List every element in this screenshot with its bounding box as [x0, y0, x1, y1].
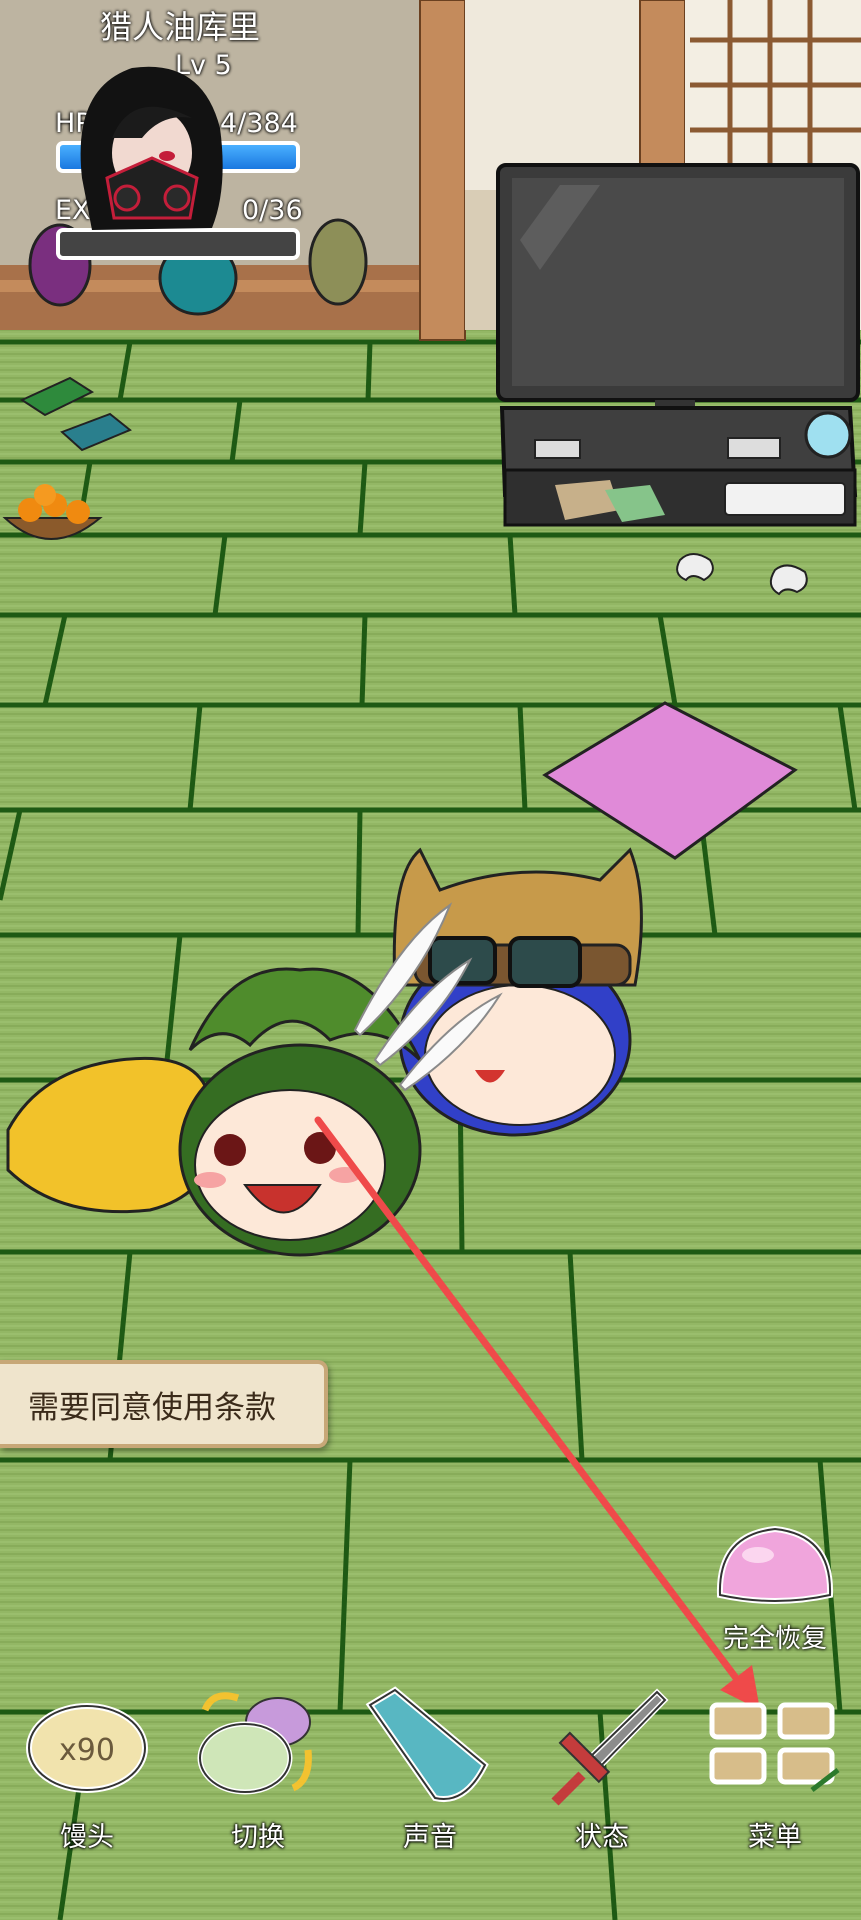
switch-label: 切换	[231, 1822, 285, 1853]
hp-value: 4/384	[220, 108, 298, 139]
status-button[interactable]: 状态	[527, 1680, 677, 1853]
bun-button[interactable]: x90 馒头	[12, 1680, 162, 1853]
bun-label: 馒头	[60, 1822, 114, 1853]
player-name: 猎人油库里	[99, 8, 260, 46]
bun-icon: x90	[26, 1703, 148, 1793]
switch-button[interactable]: 切换	[183, 1680, 333, 1853]
switch-icon	[197, 1692, 312, 1795]
sound-label: 声音	[403, 1822, 457, 1853]
menu-grid-icon	[709, 1702, 840, 1792]
terms-agreement-notice[interactable]: 需要同意使用条款	[0, 1360, 328, 1448]
exp-value: 0/36	[242, 195, 303, 226]
player-avatar	[80, 66, 223, 230]
exp-bar	[56, 228, 300, 260]
terms-agreement-label: 需要同意使用条款	[28, 1389, 276, 1426]
pink-slime-icon	[716, 1525, 834, 1604]
player-status-panel: 猎人油库里 Lv 5 HP 4/384 EXP 0/36	[0, 0, 340, 275]
bun-count-badge: x90	[59, 1733, 115, 1768]
status-label: 状态	[575, 1822, 629, 1853]
full-heal-label: 完全恢复	[722, 1624, 827, 1654]
full-heal-button[interactable]: 完全恢复	[710, 1515, 840, 1665]
sword-icon	[551, 1688, 669, 1806]
megaphone-icon	[365, 1686, 489, 1802]
sound-button[interactable]: 声音	[355, 1680, 505, 1853]
menu-label: 菜单	[748, 1822, 802, 1853]
menu-button[interactable]: 菜单	[700, 1680, 850, 1853]
